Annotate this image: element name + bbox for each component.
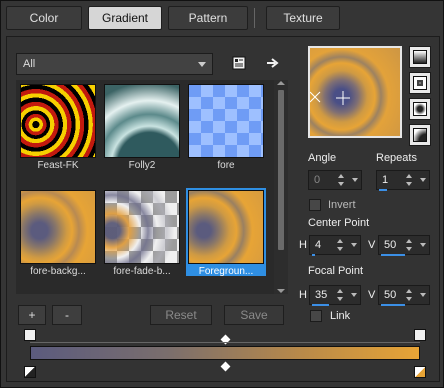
crosshair-icon <box>310 91 350 105</box>
focal-v-spinbox[interactable]: 50 <box>378 285 430 306</box>
center-point-label: Center Point <box>308 217 370 229</box>
rectangular-gradient-type-icon[interactable] <box>409 72 431 94</box>
gradient-preview[interactable] <box>308 46 402 138</box>
invert-label: Invert <box>328 199 356 211</box>
focal-h-spinbox[interactable]: 35 <box>309 285 361 306</box>
spin-arrows-icon[interactable] <box>405 286 415 304</box>
chevron-down-icon[interactable] <box>351 293 357 297</box>
scrollbar-thumb[interactable] <box>278 90 284 250</box>
linear-gradient-type-icon[interactable] <box>409 46 431 68</box>
feast-fk-gradient-icon <box>20 84 96 158</box>
focal-v-level-bar <box>381 304 405 306</box>
chevron-down-icon[interactable] <box>351 243 357 247</box>
link-label: Link <box>330 310 351 322</box>
tab-color[interactable]: Color <box>6 6 82 30</box>
gradient-thumb-foreground[interactable]: Foregroun... <box>186 188 266 277</box>
category-filter-value: All <box>23 58 36 70</box>
opacity-stop-right[interactable] <box>414 329 426 341</box>
focal-point-label: Focal Point <box>308 265 364 277</box>
gradient-editor-strip[interactable] <box>30 346 420 360</box>
gradient-library-icon[interactable] <box>230 54 248 72</box>
gradient-thumb-folly2[interactable]: Folly2 <box>102 82 182 171</box>
thumb-label: fore-backg... <box>30 266 86 277</box>
gradient-thumb-feast-fk[interactable]: Feast-FK <box>18 82 98 171</box>
angle-spinbox: 0 <box>308 170 362 190</box>
center-h-level-bar <box>312 254 315 256</box>
focal-v-value: 50 <box>384 289 397 301</box>
color-stop-right[interactable] <box>414 366 426 378</box>
opacity-stop-left[interactable] <box>24 329 36 341</box>
angle-label: Angle <box>308 152 337 164</box>
tab-gradient[interactable]: Gradient <box>88 6 162 30</box>
chevron-down-icon[interactable] <box>420 293 426 297</box>
tab-pattern[interactable]: Pattern <box>168 6 248 30</box>
focal-h-label: H <box>299 289 307 301</box>
gradient-thumbnail-grid: Feast-FK Folly2 fore fore-backg... fore-… <box>16 80 274 294</box>
center-h-label: H <box>299 239 307 251</box>
spin-arrows-icon[interactable] <box>336 286 346 304</box>
thumb-label: Feast-FK <box>37 160 79 171</box>
focal-h-level-bar <box>312 304 329 306</box>
repeats-spinbox[interactable]: 1 <box>376 170 430 191</box>
reset-button[interactable]: Reset <box>150 305 212 325</box>
link-checkbox[interactable] <box>310 310 322 322</box>
fore-background-gradient-icon <box>20 190 96 264</box>
fore-gradient-icon <box>188 84 264 158</box>
repeats-level-bar <box>379 189 387 191</box>
gradient-thumb-fore[interactable]: fore <box>186 82 266 171</box>
chevron-down-icon <box>352 178 358 182</box>
folly2-gradient-icon <box>104 84 180 158</box>
chevron-down-icon[interactable] <box>420 243 426 247</box>
spin-arrows-icon[interactable] <box>405 171 415 189</box>
save-button[interactable]: Save <box>224 305 284 325</box>
spin-arrows-icon[interactable] <box>336 236 346 254</box>
foreground-gradient-icon <box>188 190 264 264</box>
repeats-value: 1 <box>382 174 389 186</box>
arrow-right-icon[interactable] <box>264 54 282 72</box>
thumb-label: Foregroun... <box>198 266 254 277</box>
chevron-down-icon <box>198 62 206 67</box>
remove-gradient-button[interactable]: - <box>52 305 82 325</box>
scroll-up-icon[interactable] <box>277 81 285 85</box>
sunburst-gradient-type-icon[interactable] <box>409 98 431 120</box>
focal-v-label: V <box>368 289 376 301</box>
thumb-label: Folly2 <box>128 160 156 171</box>
center-h-value: 4 <box>315 239 322 251</box>
angle-value: 0 <box>314 174 321 186</box>
repeats-label: Repeats <box>376 152 417 164</box>
chevron-down-icon[interactable] <box>420 178 426 182</box>
thumb-label: fore <box>217 160 235 171</box>
add-gradient-button[interactable]: + <box>18 305 46 325</box>
invert-checkbox[interactable] <box>309 199 321 211</box>
fore-fade-gradient-icon <box>104 190 180 264</box>
gradient-thumb-fore-background[interactable]: fore-backg... <box>18 188 98 277</box>
color-stop-left[interactable] <box>24 366 36 378</box>
spin-arrows-icon <box>337 171 347 189</box>
tab-separator <box>254 8 255 28</box>
center-v-spinbox[interactable]: 50 <box>378 235 430 256</box>
center-v-value: 50 <box>384 239 397 251</box>
thumb-label: fore-fade-b... <box>113 266 171 277</box>
center-h-spinbox[interactable]: 4 <box>309 235 361 256</box>
thumbnail-scrollbar[interactable] <box>274 80 288 294</box>
spin-arrows-icon[interactable] <box>405 236 415 254</box>
category-filter-dropdown[interactable]: All <box>16 53 213 75</box>
opacity-track <box>30 342 420 343</box>
center-v-label: V <box>368 239 376 251</box>
radial-gradient-type-icon[interactable] <box>409 124 431 146</box>
gradient-thumb-fore-fade[interactable]: fore-fade-b... <box>102 188 182 277</box>
center-v-level-bar <box>381 254 405 256</box>
scroll-down-icon[interactable] <box>277 289 285 293</box>
tab-texture[interactable]: Texture <box>266 6 340 30</box>
focal-h-value: 35 <box>315 289 328 301</box>
